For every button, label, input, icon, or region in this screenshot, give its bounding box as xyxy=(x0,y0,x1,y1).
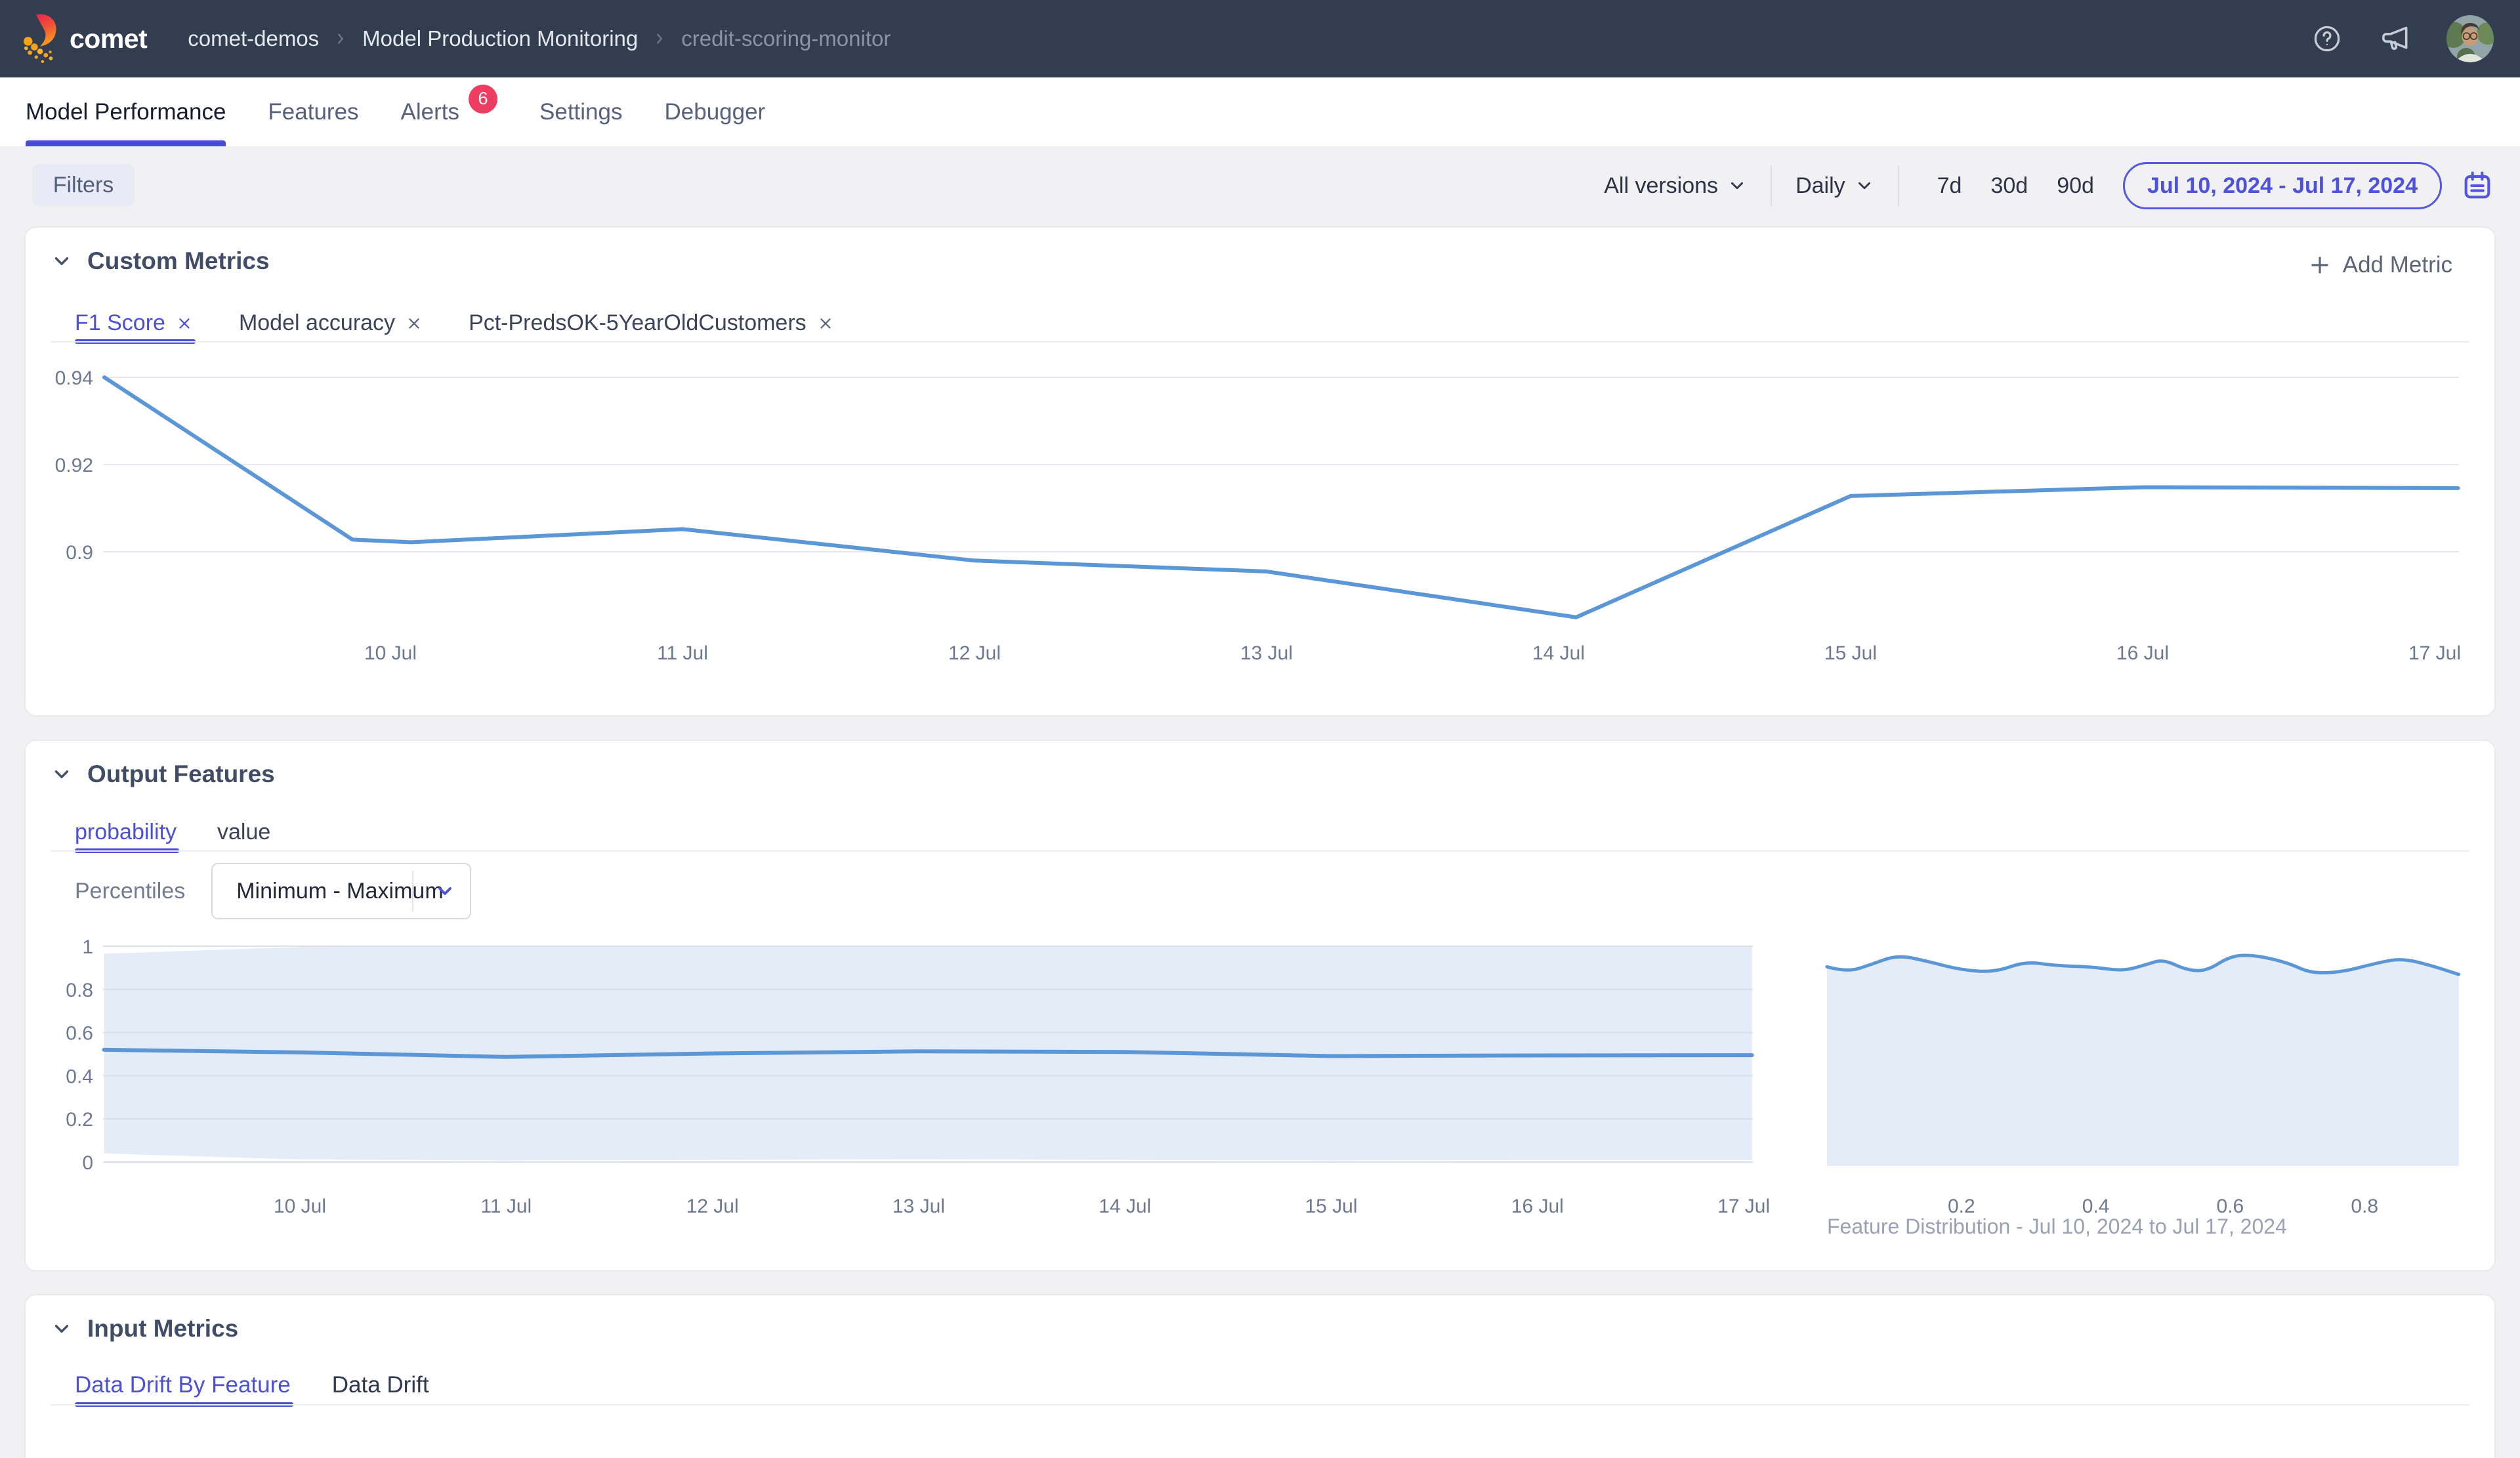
chevron-down-icon xyxy=(51,250,73,272)
metric-tab-f1-score[interactable]: F1 Score xyxy=(75,305,193,341)
chevron-down-icon xyxy=(51,1318,73,1340)
breadcrumb-model: credit-scoring-monitor xyxy=(681,26,891,51)
svg-text:0: 0 xyxy=(82,1152,93,1174)
svg-text:16 Jul: 16 Jul xyxy=(1511,1196,1564,1217)
logo-wordmark: comet xyxy=(70,24,147,54)
close-icon[interactable] xyxy=(176,315,193,332)
probability-percentiles-chart: 0 0.2 0.4 0.6 0.8 1 10 Jul 11 Jul 12 Jul 13 Jul 14… xyxy=(26,933,1797,1235)
svg-text:10 Jul: 10 Jul xyxy=(364,642,417,664)
svg-text:12 Jul: 12 Jul xyxy=(686,1196,739,1217)
percentiles-label: Percentiles xyxy=(75,879,185,904)
tab-alerts[interactable]: Alerts 6 xyxy=(401,77,497,146)
divider xyxy=(1898,165,1899,206)
versions-dropdown[interactable]: All versions xyxy=(1604,173,1747,199)
percentiles-row: Percentiles Minimum - Maximum xyxy=(75,863,471,919)
svg-text:0.9: 0.9 xyxy=(66,542,93,564)
input-metrics-collapse[interactable]: Input Metrics xyxy=(51,1315,238,1343)
filter-bar: Filters All versions Daily 7d 30d 90d Ju… xyxy=(0,146,2520,225)
svg-text:16 Jul: 16 Jul xyxy=(2116,642,2169,664)
tab-settings[interactable]: Settings xyxy=(539,77,622,146)
tab-debugger[interactable]: Debugger xyxy=(664,77,765,146)
filters-button[interactable]: Filters xyxy=(32,164,135,206)
chevron-down-icon xyxy=(434,881,455,902)
section-title: Output Features xyxy=(87,760,275,788)
chevron-down-icon xyxy=(51,763,73,785)
custom-metrics-panel: Custom Metrics Add Metric F1 Score Model… xyxy=(24,226,2496,717)
navbar-actions xyxy=(2310,15,2494,62)
svg-text:0.94: 0.94 xyxy=(55,367,93,389)
avatar[interactable] xyxy=(2446,15,2494,62)
calendar-icon[interactable] xyxy=(2459,167,2496,204)
svg-text:0.8: 0.8 xyxy=(2351,1196,2378,1217)
metric-tabs: F1 Score Model accuracy Pct-PredsOK-5Yea… xyxy=(75,305,834,341)
metric-tab-pct-preds[interactable]: Pct-PredsOK-5YearOldCustomers xyxy=(469,305,834,341)
f1-score-line-chart: 0.9 0.92 0.94 10 Jul 11 Jul 12 Jul 13 Jul 14 Ju… xyxy=(26,356,2497,713)
svg-text:14 Jul: 14 Jul xyxy=(1099,1196,1151,1217)
svg-text:15 Jul: 15 Jul xyxy=(1305,1196,1357,1217)
feature-distribution-chart: 0.20.40.60.8 xyxy=(1813,933,2520,1235)
svg-text:1: 1 xyxy=(82,936,93,958)
range-90d-button[interactable]: 90d xyxy=(2042,173,2109,199)
tab-data-drift-by-feature[interactable]: Data Drift By Feature xyxy=(75,1366,291,1404)
custom-metrics-collapse[interactable]: Custom Metrics xyxy=(51,247,270,275)
tab-data-drift[interactable]: Data Drift xyxy=(332,1366,429,1404)
svg-text:13 Jul: 13 Jul xyxy=(1240,642,1293,664)
svg-text:12 Jul: 12 Jul xyxy=(948,642,1001,664)
output-features-collapse[interactable]: Output Features xyxy=(51,760,275,788)
input-metric-tabs: Data Drift By Feature Data Drift xyxy=(75,1366,429,1404)
plus-icon xyxy=(2307,253,2332,278)
output-feature-tabs: probability value xyxy=(75,814,270,850)
svg-text:14 Jul: 14 Jul xyxy=(1532,642,1585,664)
svg-text:10 Jul: 10 Jul xyxy=(274,1196,326,1217)
range-7d-button[interactable]: 7d xyxy=(1923,173,1977,199)
help-icon[interactable] xyxy=(2310,22,2344,56)
distribution-caption: Feature Distribution - Jul 10, 2024 to J… xyxy=(1827,1215,2287,1239)
svg-text:13 Jul: 13 Jul xyxy=(892,1196,945,1217)
svg-text:11 Jul: 11 Jul xyxy=(657,642,708,664)
breadcrumb-project[interactable]: Model Production Monitoring xyxy=(362,26,638,51)
section-title: Custom Metrics xyxy=(87,247,270,275)
divider xyxy=(1771,165,1772,206)
close-icon[interactable] xyxy=(817,315,834,332)
svg-text:0.92: 0.92 xyxy=(55,455,93,476)
breadcrumb-workspace[interactable]: comet-demos xyxy=(188,26,319,51)
svg-text:11 Jul: 11 Jul xyxy=(480,1196,532,1217)
megaphone-icon[interactable] xyxy=(2378,22,2412,56)
breadcrumb: comet-demos Model Production Monitoring … xyxy=(188,26,891,51)
svg-text:0.2: 0.2 xyxy=(66,1109,93,1131)
tab-model-performance[interactable]: Model Performance xyxy=(26,77,226,146)
feature-tab-probability[interactable]: probability xyxy=(75,814,177,850)
svg-text:17 Jul: 17 Jul xyxy=(1717,1196,1770,1217)
range-30d-button[interactable]: 30d xyxy=(1976,173,2042,199)
top-navbar: comet comet-demos Model Production Monit… xyxy=(0,0,2520,77)
feature-tab-value[interactable]: value xyxy=(217,814,270,850)
output-features-panel: Output Features probability value Percen… xyxy=(24,739,2496,1272)
svg-text:17 Jul: 17 Jul xyxy=(2408,642,2461,664)
add-metric-button[interactable]: Add Metric xyxy=(2303,251,2456,279)
svg-text:15 Jul: 15 Jul xyxy=(1824,642,1877,664)
comet-logo[interactable]: comet xyxy=(22,12,147,66)
percentiles-select[interactable]: Minimum - Maximum xyxy=(211,863,471,919)
divider xyxy=(51,341,2469,343)
divider xyxy=(412,871,413,911)
svg-text:0.6: 0.6 xyxy=(66,1023,93,1045)
svg-text:0.4: 0.4 xyxy=(66,1066,93,1087)
close-icon[interactable] xyxy=(406,315,423,332)
interval-dropdown[interactable]: Daily xyxy=(1796,173,1874,199)
divider xyxy=(51,1404,2469,1406)
comet-logo-icon xyxy=(22,12,60,66)
chevron-right-icon xyxy=(333,31,348,46)
main-tabbar: Model Performance Features Alerts 6 Sett… xyxy=(0,77,2520,146)
input-metrics-panel: Input Metrics Data Drift By Feature Data… xyxy=(24,1294,2496,1458)
tab-features[interactable]: Features xyxy=(268,77,358,146)
date-range-pill[interactable]: Jul 10, 2024 - Jul 17, 2024 xyxy=(2123,162,2442,209)
chevron-down-icon xyxy=(1855,176,1874,196)
chevron-down-icon xyxy=(1727,176,1747,196)
svg-text:0.8: 0.8 xyxy=(66,980,93,1001)
alerts-count-badge: 6 xyxy=(469,85,497,114)
section-title: Input Metrics xyxy=(87,1315,238,1343)
divider xyxy=(51,850,2469,852)
metric-tab-model-accuracy[interactable]: Model accuracy xyxy=(239,305,423,341)
chevron-right-icon xyxy=(652,31,667,46)
